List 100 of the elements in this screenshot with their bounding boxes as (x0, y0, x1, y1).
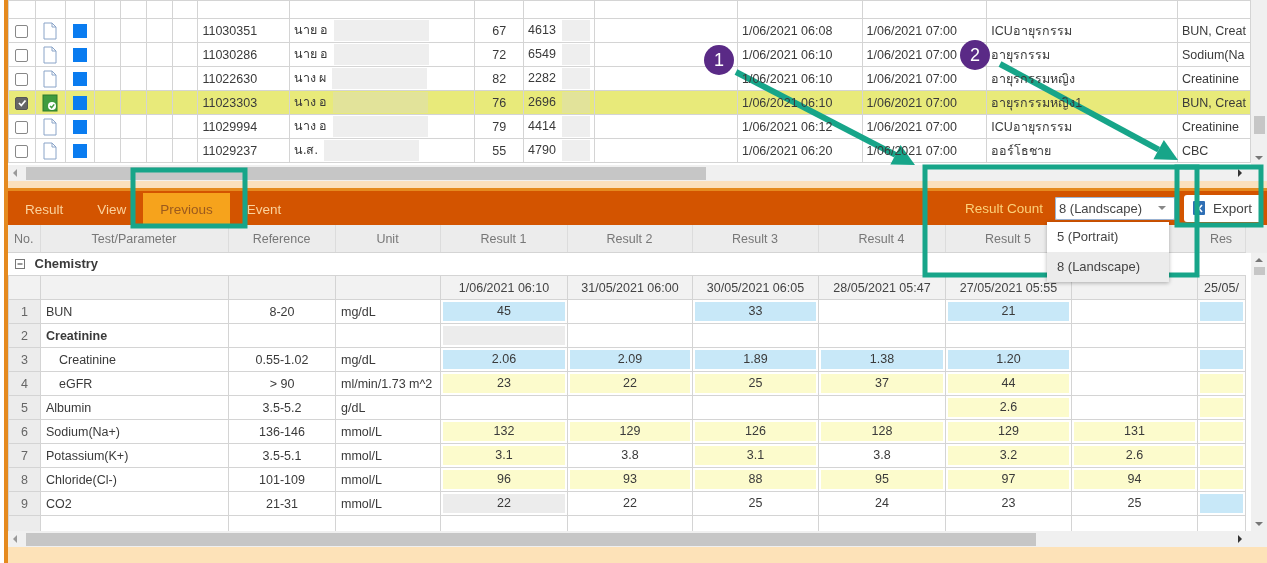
status-square-icon (73, 47, 87, 62)
reference-range: 8-20 (228, 299, 336, 324)
collapse-icon[interactable] (14, 259, 25, 270)
table-cell: 1/06/2021 06:08 (741, 23, 833, 38)
date-header: 1/06/2021 06:10 (440, 275, 568, 300)
patient-number: 4790 (528, 142, 556, 157)
row-number: 6 (8, 419, 41, 444)
step-badge: 2 (960, 40, 990, 70)
reference-range: 0.55-1.02 (228, 347, 336, 372)
redacted-block (561, 92, 590, 113)
result-value: 93 (570, 470, 690, 489)
redacted-block (561, 44, 590, 65)
unit-cell: mmol/L (335, 419, 441, 444)
table-cell: 82 (492, 71, 507, 86)
result-value: 33 (695, 302, 816, 321)
tab[interactable]: Event (229, 193, 299, 225)
checkbox[interactable] (15, 72, 29, 86)
status-square-icon (73, 23, 87, 38)
test-name: Sodium(Na+) (40, 419, 229, 444)
column-header[interactable]: Result 1 (440, 225, 567, 253)
vertical-scrollbar[interactable] (1251, 253, 1267, 531)
date-header: 28/05/2021 05:47 (818, 275, 946, 300)
result-value: 2.06 (443, 350, 565, 369)
test-name: CO2 (40, 491, 229, 516)
table-cell: BUN, Creat (1181, 23, 1246, 38)
test-name: Creatinine (40, 347, 229, 372)
horizontal-scrollbar[interactable] (8, 531, 1267, 547)
test-name: eGFR (40, 371, 229, 396)
date-header: 31/05/2021 06:00 (567, 275, 693, 300)
reference-range: 3.5-5.2 (228, 395, 336, 420)
table-cell: Creatinine (1181, 119, 1239, 134)
result-value: 95 (821, 470, 943, 489)
table-cell: 76 (492, 95, 507, 110)
test-name: Potassium(K+) (40, 443, 229, 468)
scrollbar-thumb[interactable] (26, 532, 1036, 546)
scrollbar-thumb[interactable] (1253, 116, 1265, 134)
vertical-scrollbar[interactable] (1251, 0, 1267, 165)
unit-cell: mg/dL (335, 299, 441, 324)
checkbox[interactable] (15, 96, 29, 110)
patient-name: น.ส. (294, 142, 318, 157)
patient-name: นาง ผ (294, 70, 327, 85)
result-count-label: Result Count (964, 200, 1043, 216)
dropdown-option[interactable]: 8 (Landscape) (1046, 251, 1169, 282)
test-name: BUN (40, 299, 229, 324)
column-header[interactable]: Reference (228, 225, 335, 253)
patient-name: นาง อ (294, 94, 328, 109)
splitter-bar[interactable] (8, 181, 1267, 191)
result-value: 2.6 (1074, 446, 1195, 465)
column-header[interactable]: Result 3 (692, 225, 818, 253)
result-value: 2.09 (570, 350, 690, 369)
result-value: 22 (443, 494, 565, 513)
row-number: 5 (8, 395, 41, 420)
result-value: 1.38 (821, 350, 943, 369)
table-cell: 1/06/2021 06:10 (741, 47, 833, 62)
result-value: 45 (443, 302, 565, 321)
tab[interactable]: Result (8, 193, 81, 225)
patient-name: นาง อ (294, 118, 328, 133)
reference-range: 21-31 (228, 491, 336, 516)
result-value: 2.6 (948, 398, 1069, 417)
table-cell: 1/06/2021 07:00 (866, 23, 957, 38)
checkbox[interactable] (15, 24, 29, 38)
table-cell: 1/06/2021 07:00 (866, 95, 957, 110)
table-cell: 55 (492, 143, 507, 158)
tab[interactable]: Previous (143, 193, 230, 225)
column-header[interactable]: Unit (335, 225, 440, 253)
result-value: 128 (821, 422, 943, 441)
result-value: 1.89 (695, 350, 816, 369)
patient-number: 4613 (528, 22, 556, 37)
table-row[interactable]: 11029994 นาง อ 79 4414 1/06/2021 06:12 1/06/2021 07:00 ICUอายุรกรรม Creatinine (8, 114, 1251, 139)
reference-range: 3.5-5.1 (228, 443, 336, 468)
result-value: 97 (948, 470, 1069, 489)
tab[interactable]: View (80, 193, 144, 225)
table-cell: CBC (1181, 143, 1209, 158)
row-number: 8 (8, 467, 41, 492)
table-cell: 11030286 (202, 47, 258, 62)
unit-cell: mg/dL (335, 347, 441, 372)
column-header[interactable]: No. (8, 225, 40, 253)
caret-icon (1156, 204, 1167, 212)
table-cell: 11029994 (202, 119, 258, 134)
checkbox[interactable] (15, 120, 29, 134)
column-header[interactable]: Test/Parameter (40, 225, 228, 253)
checkbox[interactable] (15, 144, 29, 158)
status-square-icon (73, 119, 87, 134)
patient-name: นาย อ (294, 46, 329, 61)
step-badge: 1 (704, 45, 734, 75)
status-square-icon (73, 95, 87, 110)
column-header[interactable]: Result 4 (818, 225, 945, 253)
table-cell: ICUอายุรกรรม (991, 23, 1072, 38)
result-count-dropdown[interactable]: 8 (Landscape) (1054, 196, 1175, 220)
table-row[interactable]: 11030351 นาย อ 67 4613 1/06/2021 06:08 1/06/2021 07:00 ICUอายุรกรรม BUN, Creat (8, 18, 1251, 43)
patient-number: 6549 (528, 46, 556, 61)
scrollbar-thumb[interactable] (26, 166, 706, 180)
result-value: 132 (443, 422, 565, 441)
checkbox[interactable] (15, 48, 29, 62)
table-cell: ออร์โธชาย (991, 143, 1052, 158)
scrollbar-thumb[interactable] (1253, 267, 1265, 275)
redacted-block (561, 20, 590, 41)
date-header: 25/05/ (1197, 275, 1246, 300)
column-header[interactable]: Result 2 (567, 225, 692, 253)
group-label: Chemistry (34, 256, 99, 272)
